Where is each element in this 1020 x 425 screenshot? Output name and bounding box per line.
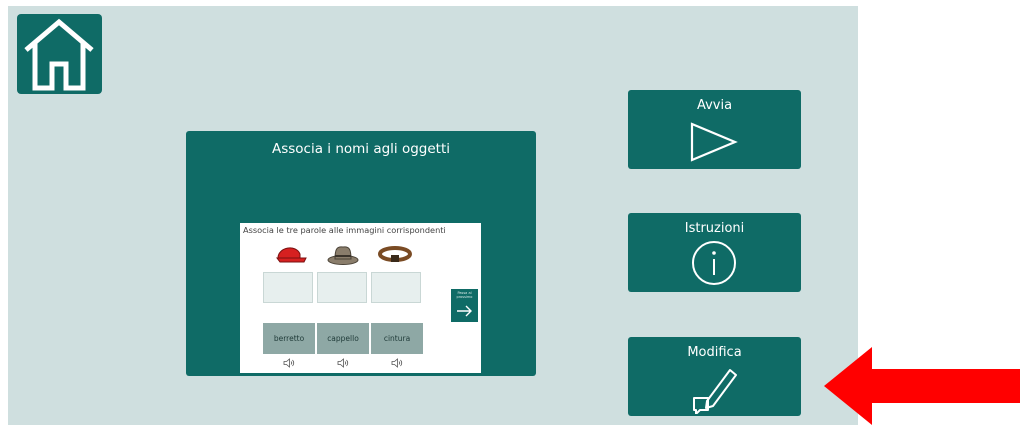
belt-image bbox=[378, 246, 412, 262]
preview-title: Associa i nomi agli oggetti bbox=[271, 141, 451, 157]
speaker-icon[interactable] bbox=[391, 358, 403, 368]
activity-preview: Associa i nomi agli oggetti Associa le t… bbox=[186, 131, 536, 376]
app-area: Associa i nomi agli oggetti Associa le t… bbox=[8, 6, 858, 425]
word-tile[interactable]: cintura bbox=[371, 323, 423, 354]
speaker-icon[interactable] bbox=[337, 358, 349, 368]
start-label: Avvia bbox=[696, 98, 733, 113]
instructions-button[interactable]: Istruzioni bbox=[628, 213, 801, 292]
instructions-label: Istruzioni bbox=[684, 221, 745, 236]
edit-button[interactable]: Modifica bbox=[628, 337, 801, 416]
edit-label: Modifica bbox=[687, 345, 742, 360]
word-label: cintura bbox=[383, 334, 411, 343]
hat-image bbox=[327, 246, 359, 265]
preview-card: Associa le tre parole alle immagini corr… bbox=[240, 223, 481, 373]
red-arrow bbox=[824, 347, 1020, 425]
pencil-icon bbox=[693, 369, 737, 414]
info-icon bbox=[692, 241, 736, 285]
word-label: berretto bbox=[273, 334, 305, 343]
cap-image bbox=[276, 247, 307, 263]
next-button[interactable]: Passa al prossimo bbox=[451, 289, 478, 322]
card-instruction: Associa le tre parole alle immagini corr… bbox=[243, 225, 446, 235]
word-label: cappello bbox=[327, 334, 359, 343]
arrow-right-icon bbox=[457, 305, 472, 317]
home-button[interactable] bbox=[17, 14, 102, 94]
drop-slot[interactable] bbox=[317, 272, 367, 303]
start-button[interactable]: Avvia bbox=[628, 90, 801, 169]
drop-slot[interactable] bbox=[263, 272, 313, 303]
word-tile[interactable]: cappello bbox=[317, 323, 369, 354]
home-icon bbox=[24, 18, 94, 91]
word-tile[interactable]: berretto bbox=[263, 323, 315, 354]
speaker-icon[interactable] bbox=[283, 358, 295, 368]
drop-slot[interactable] bbox=[371, 272, 421, 303]
play-icon bbox=[690, 122, 738, 162]
